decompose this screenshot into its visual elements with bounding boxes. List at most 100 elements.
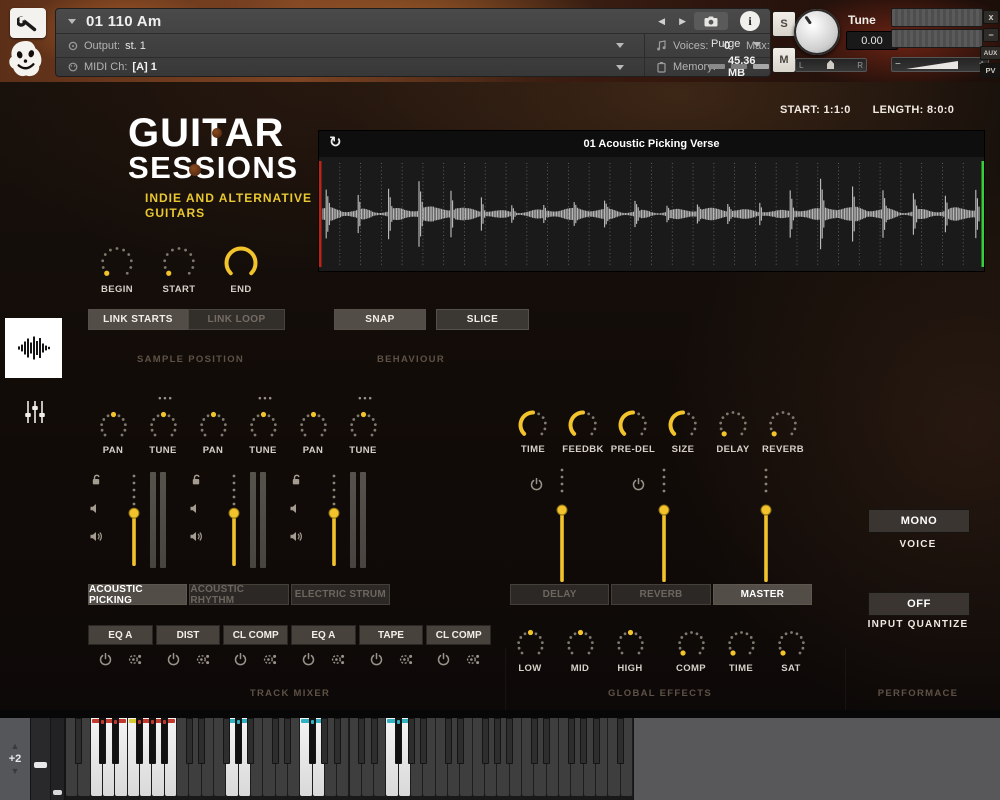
- link-starts-button[interactable]: LINK STARTS: [88, 309, 188, 330]
- scroll-handle[interactable]: [34, 762, 47, 768]
- scroll-handle[interactable]: [53, 790, 62, 795]
- black-key[interactable]: [99, 718, 106, 764]
- tab-acoustic-rhythm[interactable]: ACOUSTIC RHYTHM: [189, 584, 288, 605]
- lock-open-icon[interactable]: [191, 474, 203, 486]
- pan-knob[interactable]: PAN: [288, 410, 338, 456]
- fx-slot-eq-a[interactable]: EQ A: [88, 625, 153, 645]
- fx-slot-cl-comp[interactable]: CL COMP: [426, 625, 491, 645]
- instrument-dropdown-caret[interactable]: [68, 19, 76, 24]
- volume-wedge[interactable]: [906, 61, 958, 69]
- transpose-control[interactable]: ▲ +2 ▼: [0, 718, 30, 800]
- midi-ch-value[interactable]: [A] 1: [132, 61, 156, 73]
- black-key[interactable]: [543, 718, 550, 764]
- power-icon[interactable]: [302, 653, 315, 666]
- volume-minus[interactable]: −: [895, 59, 901, 70]
- fx-settings-icon[interactable]: [263, 653, 277, 666]
- low-knob[interactable]: LOW: [505, 628, 555, 674]
- pan-knob[interactable]: PAN: [88, 410, 138, 456]
- tab-acoustic-picking[interactable]: ACOUSTIC PICKING: [88, 584, 187, 605]
- purge-button[interactable]: Purge: [711, 38, 740, 50]
- channel-menu-icon[interactable]: •••: [251, 388, 281, 406]
- purge-dropdown-caret[interactable]: [753, 42, 761, 47]
- black-key[interactable]: [272, 718, 279, 764]
- master-tune-knob[interactable]: [794, 9, 840, 55]
- tune-knob[interactable]: TUNE: [338, 410, 388, 456]
- waveform-body[interactable]: [319, 157, 984, 271]
- black-key[interactable]: [136, 718, 143, 764]
- voice-mode-button[interactable]: MONO: [868, 509, 970, 533]
- pan-knob[interactable]: PAN: [188, 410, 238, 456]
- power-icon[interactable]: [632, 478, 645, 491]
- lock-open-icon[interactable]: [291, 474, 303, 486]
- volume-slider[interactable]: [224, 472, 244, 570]
- prev-instrument-button[interactable]: ◀: [658, 16, 665, 27]
- volume-slider[interactable]: [124, 472, 144, 570]
- black-key[interactable]: [223, 718, 230, 764]
- black-key[interactable]: [149, 718, 156, 764]
- pre-del-knob[interactable]: PRE-DEL: [608, 408, 658, 455]
- fx-slot-cl-comp[interactable]: CL COMP: [223, 625, 288, 645]
- end-knob[interactable]: END: [210, 244, 272, 295]
- black-key[interactable]: [568, 718, 575, 764]
- volume-slider[interactable]: [552, 466, 572, 586]
- close-button[interactable]: x: [983, 10, 999, 24]
- tab-reverb[interactable]: REVERB: [611, 584, 710, 605]
- power-icon[interactable]: [370, 653, 383, 666]
- black-key[interactable]: [161, 718, 168, 764]
- channel-menu-icon[interactable]: •••: [351, 388, 381, 406]
- pan-center-handle[interactable]: [827, 60, 834, 69]
- mute-button[interactable]: M: [772, 47, 796, 73]
- edit-instrument-button[interactable]: [10, 8, 46, 38]
- black-key[interactable]: [186, 718, 193, 764]
- fx-settings-icon[interactable]: [466, 653, 480, 666]
- black-key[interactable]: [198, 718, 205, 764]
- speaker-loud-icon[interactable]: [190, 531, 203, 542]
- sat-knob[interactable]: SAT: [766, 628, 816, 674]
- tab-electric-strum[interactable]: ELECTRIC STRUM: [291, 584, 390, 605]
- black-key[interactable]: [371, 718, 378, 764]
- black-key[interactable]: [321, 718, 328, 764]
- fx-settings-icon[interactable]: [196, 653, 210, 666]
- feedbk-knob[interactable]: FEEDBK: [558, 408, 608, 455]
- black-key[interactable]: [482, 718, 489, 764]
- black-key[interactable]: [580, 718, 587, 764]
- volume-slider[interactable]: [324, 472, 344, 570]
- next-instrument-button[interactable]: ▶: [679, 16, 686, 27]
- black-key[interactable]: [420, 718, 427, 764]
- black-key[interactable]: [235, 718, 242, 764]
- solo-button[interactable]: S: [772, 11, 796, 37]
- refresh-icon[interactable]: ↻: [329, 133, 342, 151]
- transpose-down-icon[interactable]: ▼: [11, 767, 20, 776]
- black-key[interactable]: [531, 718, 538, 764]
- black-key[interactable]: [358, 718, 365, 764]
- lock-open-icon[interactable]: [91, 474, 103, 486]
- keyboard-scrollbar[interactable]: [31, 718, 50, 800]
- fx-slot-eq-a[interactable]: EQ A: [291, 625, 356, 645]
- power-icon[interactable]: [234, 653, 247, 666]
- output-dropdown-caret[interactable]: [616, 43, 624, 48]
- snapshot-camera-button[interactable]: [694, 12, 728, 30]
- black-key[interactable]: [445, 718, 452, 764]
- tune-knob[interactable]: TUNE: [238, 410, 288, 456]
- tune-knob[interactable]: TUNE: [138, 410, 188, 456]
- piano-keyboard[interactable]: [66, 718, 633, 800]
- mid-knob[interactable]: MID: [555, 628, 605, 674]
- master-pan-slider[interactable]: L R: [795, 58, 867, 72]
- aux-button[interactable]: AUX: [980, 46, 1000, 60]
- black-key[interactable]: [494, 718, 501, 764]
- slice-button[interactable]: SLICE: [436, 309, 529, 330]
- output-value[interactable]: st. 1: [125, 40, 146, 52]
- power-icon[interactable]: [99, 653, 112, 666]
- start-knob[interactable]: START: [148, 244, 210, 295]
- transpose-up-icon[interactable]: ▲: [11, 742, 20, 751]
- info-button[interactable]: i: [740, 11, 760, 31]
- fx-slot-dist[interactable]: DIST: [156, 625, 221, 645]
- tab-master[interactable]: MASTER: [713, 584, 812, 605]
- volume-slider[interactable]: [756, 466, 776, 586]
- black-key[interactable]: [75, 718, 82, 764]
- black-key[interactable]: [247, 718, 254, 764]
- black-key[interactable]: [284, 718, 291, 764]
- size-knob[interactable]: SIZE: [658, 408, 708, 455]
- master-volume-slider[interactable]: − +: [891, 57, 989, 72]
- link-loop-button[interactable]: LINK LOOP: [188, 309, 285, 330]
